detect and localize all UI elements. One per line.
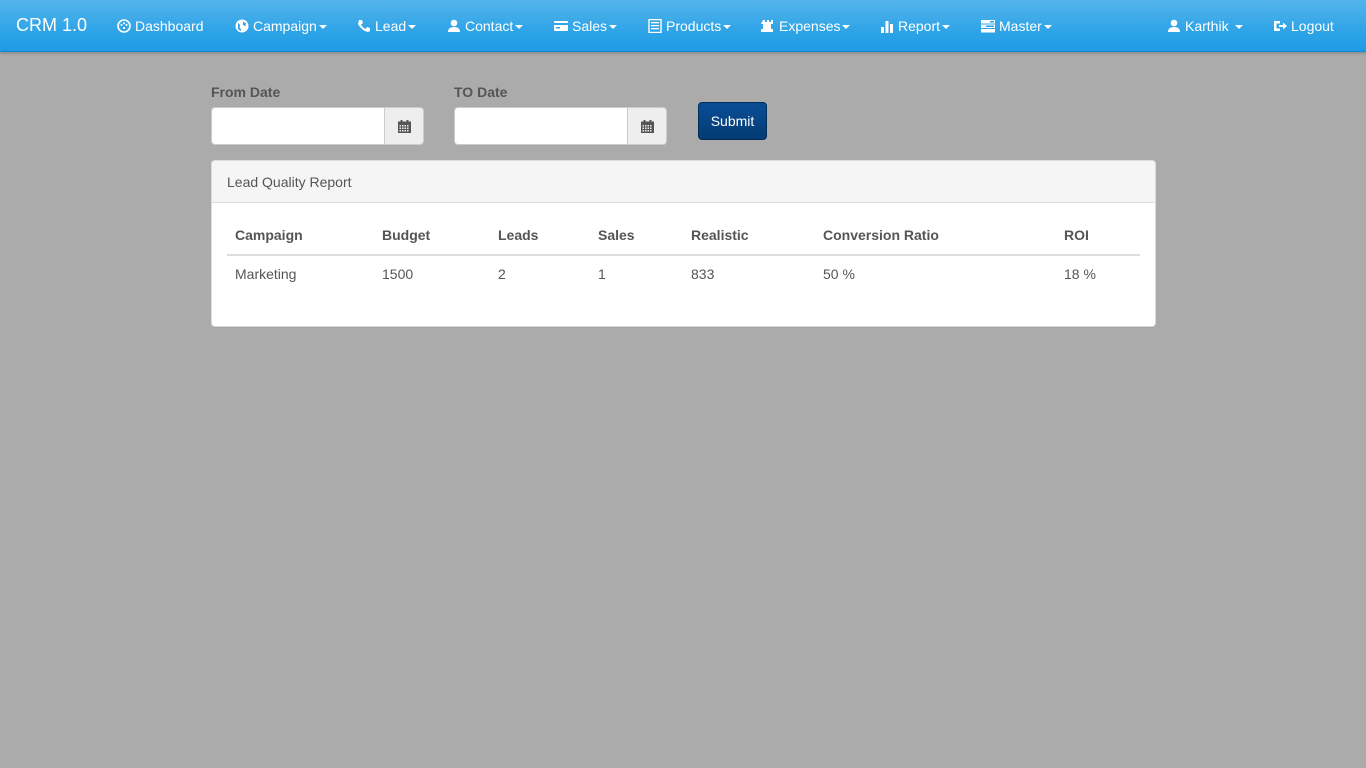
credit-card-icon xyxy=(554,19,568,33)
chevron-down-icon xyxy=(609,25,618,29)
logout-label: Logout xyxy=(1291,18,1334,34)
report-table: Campaign Budget Leads Sales Realistic Co… xyxy=(227,221,1140,293)
logout-link[interactable]: Logout xyxy=(1273,16,1334,36)
nav-campaign[interactable]: Campaign xyxy=(235,16,327,36)
cell-sales: 1 xyxy=(598,266,606,282)
table-header-row: Campaign Budget Leads Sales Realistic Co… xyxy=(227,221,1140,256)
tasks-icon xyxy=(981,19,995,33)
chevron-down-icon xyxy=(942,25,951,29)
phone-icon xyxy=(357,19,371,33)
chevron-down-icon xyxy=(723,25,732,29)
tower-icon xyxy=(761,19,775,33)
chevron-down-icon xyxy=(842,25,851,29)
nav-report[interactable]: Report xyxy=(880,16,951,36)
user-icon xyxy=(447,19,461,33)
log-out-icon xyxy=(1273,19,1287,33)
user-name: Karthik xyxy=(1185,18,1229,34)
user-icon xyxy=(1167,19,1181,33)
nav-contact[interactable]: Contact xyxy=(447,16,524,36)
calendar-icon xyxy=(640,119,654,133)
lead-quality-report-panel: Lead Quality Report Campaign Budget Lead… xyxy=(211,160,1156,327)
to-date-input[interactable] xyxy=(454,107,627,145)
nav-master-label: Master xyxy=(999,18,1042,34)
column-header-sales: Sales xyxy=(590,221,683,256)
chevron-down-icon xyxy=(318,25,327,29)
column-header-budget: Budget xyxy=(374,221,490,256)
panel-title: Lead Quality Report xyxy=(212,161,1155,203)
chevron-down-icon xyxy=(1043,25,1052,29)
nav-sales-label: Sales xyxy=(572,18,608,34)
cell-leads: 2 xyxy=(498,266,506,282)
cell-conversion-ratio: 50 % xyxy=(823,266,855,282)
from-date-label: From Date xyxy=(211,84,281,100)
bar-chart-icon xyxy=(880,19,894,33)
to-date-group xyxy=(454,107,667,145)
cell-realistic: 833 xyxy=(691,266,715,282)
cell-budget: 1500 xyxy=(382,266,414,282)
nav-report-label: Report xyxy=(898,18,941,34)
nav-products[interactable]: Products xyxy=(648,16,732,36)
cell-roi: 18 % xyxy=(1064,266,1096,282)
chevron-down-icon xyxy=(515,25,524,29)
chevron-down-icon xyxy=(408,25,417,29)
column-header-conversion-ratio: Conversion Ratio xyxy=(815,221,1056,256)
column-header-campaign: Campaign xyxy=(227,221,374,256)
nav-expenses-label: Expenses xyxy=(779,18,841,34)
nav-dashboard[interactable]: Dashboard xyxy=(117,16,204,36)
nav-expenses[interactable]: Expenses xyxy=(761,16,851,36)
column-header-leads: Leads xyxy=(490,221,590,256)
list-alt-icon xyxy=(648,19,662,33)
nav-sales[interactable]: Sales xyxy=(554,16,618,36)
nav-lead[interactable]: Lead xyxy=(357,16,417,36)
nav-campaign-label: Campaign xyxy=(253,18,317,34)
globe-icon xyxy=(235,19,249,33)
chevron-down-icon xyxy=(1234,25,1243,29)
brand-logo[interactable]: CRM 1.0 xyxy=(16,15,87,35)
dashboard-icon xyxy=(117,19,131,33)
from-date-input[interactable] xyxy=(211,107,384,145)
nav-products-label: Products xyxy=(666,18,722,34)
nav-contact-label: Contact xyxy=(465,18,514,34)
table-row: Marketing 1500 2 1 833 50 % 18 % xyxy=(227,255,1140,293)
to-date-label: TO Date xyxy=(454,84,508,100)
nav-lead-label: Lead xyxy=(375,18,407,34)
column-header-roi: ROI xyxy=(1056,221,1140,256)
user-menu[interactable]: Karthik xyxy=(1167,16,1243,36)
to-date-calendar-button[interactable] xyxy=(627,107,667,145)
nav-master[interactable]: Master xyxy=(981,16,1052,36)
column-header-realistic: Realistic xyxy=(683,221,815,256)
from-date-group xyxy=(211,107,424,145)
from-date-calendar-button[interactable] xyxy=(384,107,424,145)
cell-campaign: Marketing xyxy=(235,266,297,282)
nav-dashboard-label: Dashboard xyxy=(135,18,204,34)
submit-button[interactable]: Submit xyxy=(698,102,767,140)
calendar-icon xyxy=(397,119,411,133)
top-navbar: CRM 1.0 Dashboard Campaign Lead Contact … xyxy=(0,0,1366,52)
